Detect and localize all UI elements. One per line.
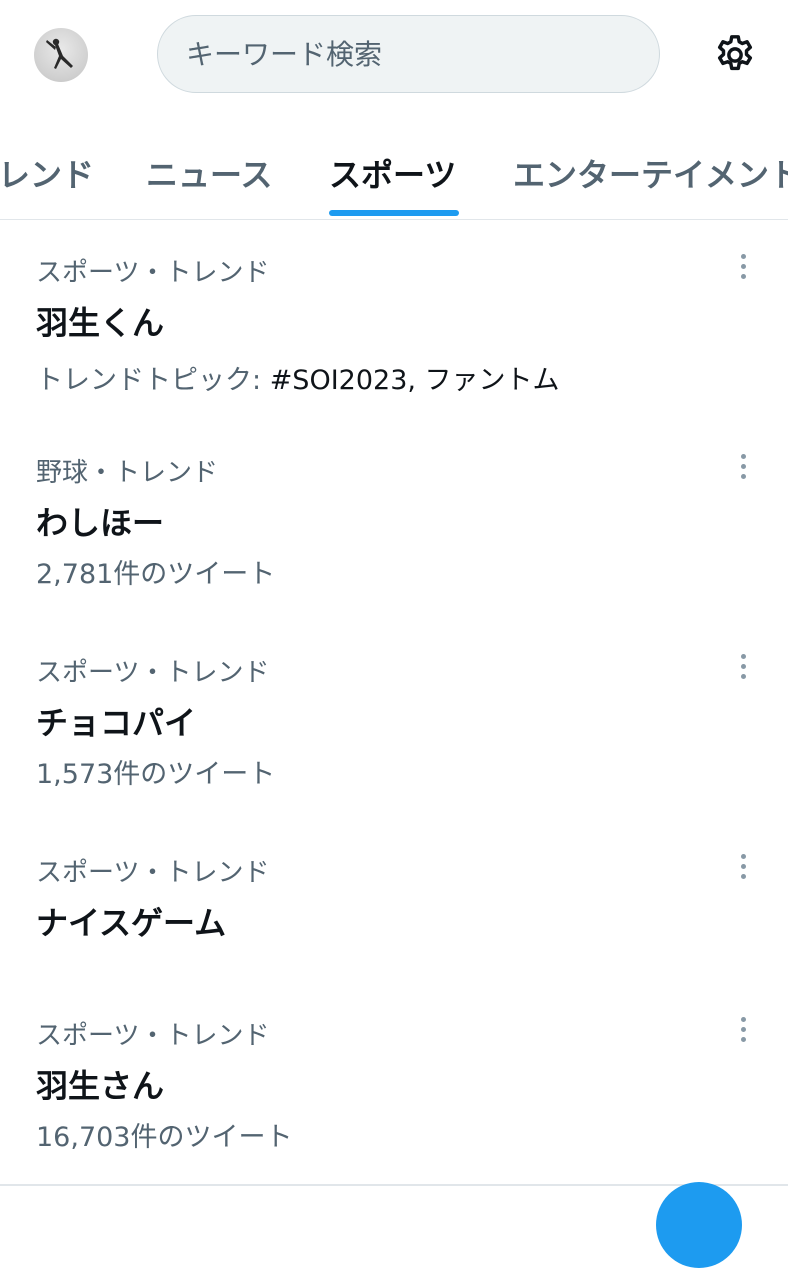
trend-category: スポーツ・トレンド xyxy=(36,658,270,688)
search-box[interactable] xyxy=(157,15,660,93)
tweet-count: 16,703件のツイート xyxy=(36,1122,293,1153)
more-icon-dot xyxy=(740,653,746,659)
active-tab-indicator xyxy=(329,210,459,216)
more-icon-dot xyxy=(740,873,746,879)
more-icon-dot xyxy=(740,463,746,469)
trend-topics-label: トレンドトピック: xyxy=(36,365,270,396)
trend-category: スポーツ・トレンド xyxy=(36,258,270,288)
trend-category: 野球・トレンド xyxy=(36,458,219,488)
search-input[interactable] xyxy=(184,36,628,72)
tweet-count: 2,781件のツイート xyxy=(36,559,276,590)
more-icon-dot xyxy=(740,863,746,869)
more-icon-dot xyxy=(740,673,746,679)
more-icon-dot xyxy=(740,473,746,479)
more-icon-dot xyxy=(740,453,746,459)
trend-name: わしほー xyxy=(36,504,165,542)
trend-category: スポーツ・トレンド xyxy=(36,1021,270,1051)
more-options-button[interactable] xyxy=(726,844,760,888)
tab-sports[interactable]: スポーツ xyxy=(329,150,456,196)
more-options-button[interactable] xyxy=(726,644,760,688)
trend-topics-values: #SOI2023, ファントム xyxy=(269,365,560,396)
more-options-button[interactable] xyxy=(726,244,760,288)
bottom-divider xyxy=(0,1184,788,1186)
tab-news[interactable]: ニュース xyxy=(146,150,272,196)
trend-topics: トレンドトピック: #SOI2023, ファントム xyxy=(36,358,560,397)
tweet-count: 1,573件のツイート xyxy=(36,759,276,790)
avatar[interactable] xyxy=(34,28,88,82)
more-options-button[interactable] xyxy=(726,444,760,488)
avatar-icon xyxy=(46,38,73,69)
more-icon-dot xyxy=(740,1016,746,1022)
tab-trending[interactable]: トレンド xyxy=(0,150,94,196)
more-icon-dot xyxy=(740,853,746,859)
trend-category: スポーツ・トレンド xyxy=(36,858,270,888)
more-options-button[interactable] xyxy=(726,1007,760,1051)
tab-entertainment[interactable]: エンターテイメント xyxy=(513,150,788,196)
trend-name: 羽生さん xyxy=(36,1067,165,1105)
trend-name: ナイスゲーム xyxy=(36,904,227,942)
more-icon-dot xyxy=(740,273,746,279)
gear-icon xyxy=(717,35,753,71)
explore-tabs: トレンド ニュース スポーツ エンターテイメント xyxy=(0,112,788,220)
more-icon-dot xyxy=(740,1036,746,1042)
more-icon-dot xyxy=(740,253,746,259)
top-bar xyxy=(0,0,788,112)
compose-tweet-button[interactable] xyxy=(656,1182,742,1268)
trend-name: チョコパイ xyxy=(36,704,197,742)
more-icon-dot xyxy=(740,1026,746,1032)
trend-name: 羽生くん xyxy=(36,304,165,342)
settings-button[interactable] xyxy=(708,28,762,82)
more-icon-dot xyxy=(740,663,746,669)
more-icon-dot xyxy=(740,263,746,269)
